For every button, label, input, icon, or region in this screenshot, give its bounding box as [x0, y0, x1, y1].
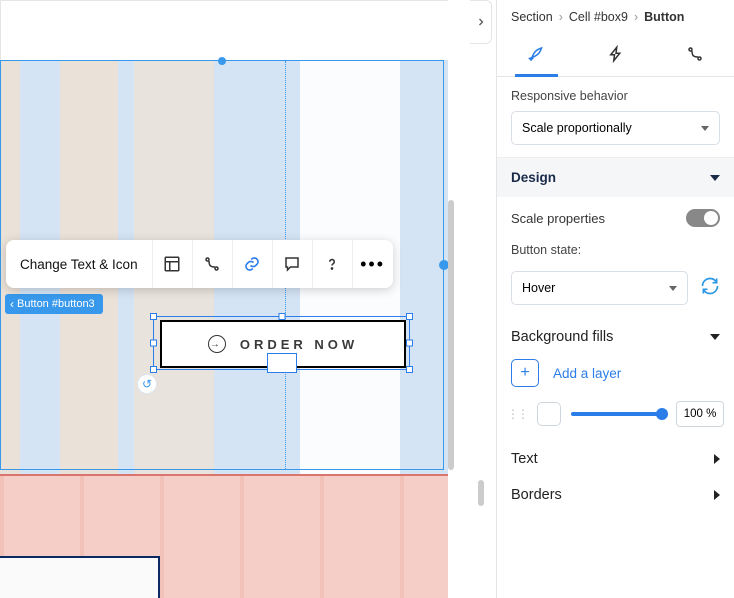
handle-tc[interactable]: [278, 313, 285, 320]
fill-layer-row: ⋮⋮ 100 %: [497, 397, 734, 441]
responsive-select[interactable]: Scale proportionally: [511, 111, 720, 145]
canvas-scrollbar[interactable]: [448, 200, 454, 470]
crumb-current: Button: [644, 10, 684, 24]
help-icon[interactable]: [313, 240, 353, 288]
add-layer-label[interactable]: Add a layer: [553, 366, 621, 381]
button-selection-outline[interactable]: [153, 316, 410, 370]
rotate-handle[interactable]: ↺: [137, 374, 157, 394]
add-layer-button[interactable]: +: [511, 359, 539, 387]
tab-design[interactable]: [497, 32, 576, 76]
chevron-down-icon: [710, 175, 720, 181]
chevron-down-icon: [710, 334, 720, 340]
text-section-header[interactable]: Text: [497, 441, 734, 477]
button-state-row: Hover: [497, 265, 734, 319]
partial-element-peek: [0, 556, 160, 598]
handle-tr[interactable]: [406, 313, 413, 320]
chevron-right-icon: ›: [634, 10, 638, 24]
tab-animation[interactable]: [576, 32, 655, 76]
button-state-select[interactable]: Hover: [511, 271, 688, 305]
link-icon[interactable]: [233, 240, 273, 288]
change-text-button[interactable]: Change Text & Icon: [6, 240, 153, 288]
selection-tag-label: Button #button3: [17, 298, 95, 310]
comment-icon[interactable]: [273, 240, 313, 288]
floating-toolbar: Change Text & Icon •••: [6, 240, 393, 288]
button-state-label: Button state:: [511, 243, 720, 257]
selection-handle-top[interactable]: [218, 57, 226, 65]
more-icon[interactable]: •••: [353, 240, 393, 288]
panel-expand-toggle[interactable]: [470, 0, 492, 44]
background-fills-header[interactable]: Background fills: [497, 319, 734, 355]
scale-properties-row: Scale properties: [497, 197, 734, 239]
design-header-label: Design: [511, 170, 556, 185]
responsive-label: Responsive behavior: [511, 89, 720, 103]
tab-link[interactable]: [655, 32, 734, 76]
page-scrollbar[interactable]: [478, 480, 484, 506]
background-fills-label: Background fills: [511, 329, 613, 345]
add-layer-row: + Add a layer: [497, 355, 734, 397]
animation-icon[interactable]: [193, 240, 233, 288]
inspector-panel: Section › Cell #box9 › Button Responsive…: [496, 0, 734, 598]
crumb-section[interactable]: Section: [511, 10, 553, 24]
crumb-cell[interactable]: Cell #box9: [569, 10, 628, 24]
responsive-value: Scale proportionally: [522, 121, 632, 135]
opacity-value: 100 %: [684, 408, 717, 420]
apply-state-icon[interactable]: [700, 276, 720, 301]
chevron-right-icon: [714, 490, 720, 500]
editor-canvas[interactable]: → ORDER NOW Button #button3 ↺ Change Tex…: [0, 0, 492, 598]
opacity-slider[interactable]: [571, 412, 666, 416]
scale-properties-toggle[interactable]: [686, 209, 720, 227]
selection-tag[interactable]: Button #button3: [5, 294, 103, 314]
handle-bc[interactable]: [267, 353, 297, 373]
text-section-label: Text: [511, 451, 538, 467]
inspector-tabs: [497, 32, 734, 77]
canvas-blank-strip: [0, 0, 448, 60]
fill-color-swatch[interactable]: [537, 402, 561, 426]
design-section-header[interactable]: Design: [497, 158, 734, 197]
breadcrumb: Section › Cell #box9 › Button: [497, 0, 734, 32]
handle-br[interactable]: [406, 366, 413, 373]
chevron-right-icon: ›: [559, 10, 563, 24]
change-text-label: Change Text & Icon: [20, 257, 138, 272]
responsive-behavior-section: Responsive behavior Scale proportionally: [497, 77, 734, 158]
button-state-value: Hover: [522, 281, 555, 295]
handle-mr[interactable]: [406, 340, 413, 347]
layout-icon[interactable]: [153, 240, 193, 288]
handle-tl[interactable]: [150, 313, 157, 320]
opacity-input[interactable]: 100 %: [676, 401, 724, 427]
borders-section-header[interactable]: Borders: [497, 477, 734, 513]
scale-properties-label: Scale properties: [511, 211, 605, 226]
handle-ml[interactable]: [150, 340, 157, 347]
borders-section-label: Borders: [511, 487, 562, 503]
chevron-right-icon: [714, 454, 720, 464]
drag-handle-icon[interactable]: ⋮⋮: [507, 407, 527, 421]
handle-bl[interactable]: [150, 366, 157, 373]
